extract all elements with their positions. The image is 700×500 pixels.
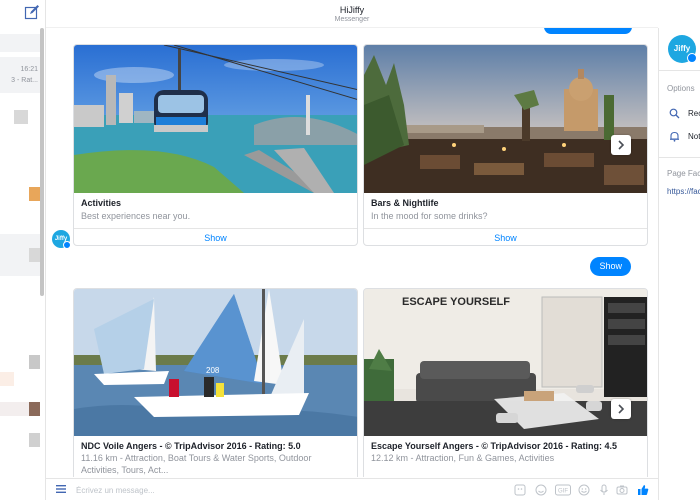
conversation-item[interactable] xyxy=(0,34,40,52)
card-subtitle: Best experiences near you. xyxy=(81,211,191,221)
microphone-icon[interactable] xyxy=(598,484,610,496)
option-label: Not xyxy=(688,132,700,141)
info-panel: Jiffy Options Rec Not Page Face https://… xyxy=(658,28,700,500)
page-link[interactable]: https://face xyxy=(667,187,700,196)
divider xyxy=(659,157,700,158)
chevron-right-icon xyxy=(618,404,625,414)
svg-text:GIF: GIF xyxy=(558,489,568,495)
card-show-button[interactable]: Show xyxy=(74,228,357,245)
card-image-sailing[interactable]: 208 xyxy=(74,289,357,436)
message-input[interactable] xyxy=(76,483,376,497)
sign-text: ESCAPE YOURSELF xyxy=(402,296,510,308)
like-icon[interactable] xyxy=(637,484,649,496)
card-show-button[interactable]: Show xyxy=(364,228,647,245)
divider xyxy=(659,70,700,71)
message-composer: GIF xyxy=(46,478,658,500)
conversation-preview: 3 - Rat... xyxy=(11,77,38,84)
chat-area: Activities Best experiences near you. Sh… xyxy=(46,28,658,477)
chat-title: HiJiffy xyxy=(339,5,365,15)
card-title: Escape Yourself Angers - © TripAdvisor 2… xyxy=(371,441,618,451)
compose-icon[interactable] xyxy=(24,4,40,20)
sent-message-bubble xyxy=(544,28,632,34)
emoji-sticker-icon[interactable] xyxy=(535,484,547,496)
conversation-thumbnail xyxy=(29,433,40,447)
svg-text:208: 208 xyxy=(206,366,220,375)
scrollbar[interactable] xyxy=(40,28,44,296)
menu-icon[interactable] xyxy=(56,485,66,493)
card-title: NDC Voile Angers - © TripAdvisor 2016 - … xyxy=(81,441,301,451)
carousel-card-bars: Bars & Nightlife In the mood for some dr… xyxy=(363,44,648,246)
bot-avatar[interactable]: Jiffy xyxy=(52,230,71,249)
option-label: Rec xyxy=(688,109,700,118)
card-subtitle: 12.12 km - Attraction, Fun & Games, Acti… xyxy=(371,453,555,463)
camera-icon[interactable] xyxy=(616,484,628,496)
carousel-card-escape-yourself: ESCAPE YOURSELF Escape Yourself Angers -… xyxy=(363,288,648,477)
carousel-card-ndc-voile: 208 NDC Voile Angers - © TripAdvisor 201… xyxy=(73,288,358,477)
conversation-thumbnail xyxy=(14,110,28,124)
page-avatar[interactable]: Jiffy xyxy=(668,35,697,63)
conversation-thumbnail xyxy=(0,372,14,386)
card-image-rooftop-bar[interactable] xyxy=(364,45,647,193)
card-title: Activities xyxy=(81,198,122,208)
carousel-card-activities: Activities Best experiences near you. Sh… xyxy=(73,44,358,246)
gif-icon[interactable]: GIF xyxy=(555,484,571,496)
conversation-time: 16:21 xyxy=(20,66,38,73)
sent-message-bubble: Show xyxy=(590,257,631,276)
conversation-thumbnail xyxy=(29,402,40,416)
carousel-next-button[interactable] xyxy=(611,135,631,155)
chat-header: HiJiffy Messenger xyxy=(46,0,658,28)
card-image-cable-car[interactable] xyxy=(74,45,357,193)
chat-subtitle: Messenger xyxy=(334,16,370,23)
card-subtitle: In the mood for some drinks? xyxy=(371,211,488,221)
sticker-icon[interactable] xyxy=(514,484,526,496)
chevron-right-icon xyxy=(618,140,625,150)
conversation-item-selected[interactable]: 16:21 3 - Rat... xyxy=(0,57,40,93)
bell-icon xyxy=(670,131,679,142)
card-title: Bars & Nightlife xyxy=(371,198,439,208)
conversation-list: 16:21 3 - Rat... xyxy=(0,0,46,500)
conversation-thumbnail xyxy=(29,187,40,201)
conversation-thumbnail xyxy=(29,355,40,369)
carousel-next-button[interactable] xyxy=(611,399,631,419)
conversation-thumbnail xyxy=(29,248,40,262)
emoji-icon[interactable] xyxy=(578,484,590,496)
card-image-escape-room[interactable]: ESCAPE YOURSELF xyxy=(364,289,647,436)
card-subtitle: 11.16 km - Attraction, Boat Tours & Wate… xyxy=(81,453,312,475)
search-icon xyxy=(669,108,680,119)
options-label: Options xyxy=(667,84,695,93)
page-label: Page Face xyxy=(667,169,700,178)
